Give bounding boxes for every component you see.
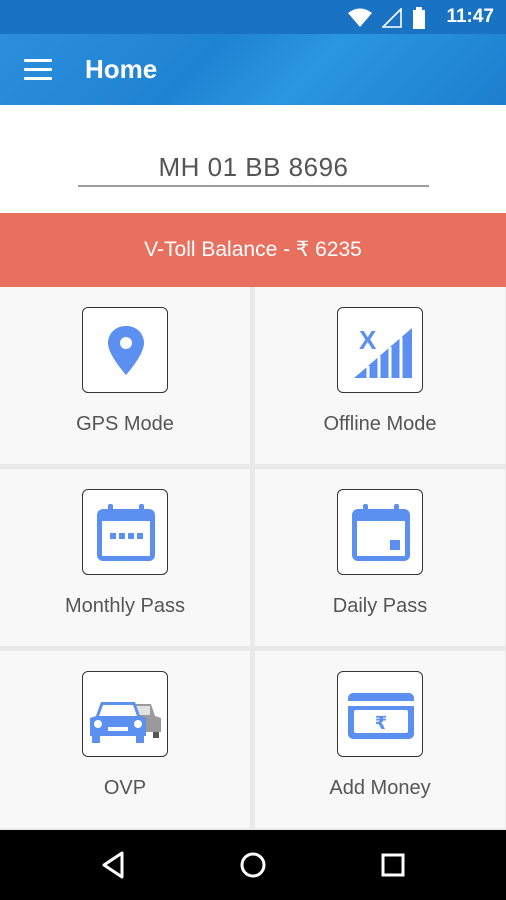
battery-icon	[413, 7, 425, 29]
gps-mode-tile[interactable]: GPS Mode	[0, 287, 250, 464]
no-signal-icon: X	[337, 307, 423, 393]
location-pin-icon	[82, 307, 168, 393]
vehicle-section: MH 01 BB 8696	[0, 105, 506, 213]
back-icon[interactable]	[100, 850, 126, 880]
daily-pass-tile[interactable]: Daily Pass	[255, 469, 505, 646]
offline-mode-tile[interactable]: X Offline Mode	[255, 287, 505, 464]
tile-label: OVP	[103, 777, 147, 799]
toll-balance-banner: V-Toll Balance - ₹ 6235	[0, 213, 506, 287]
monthly-pass-tile[interactable]: Monthly Pass	[0, 469, 250, 646]
status-bar: 11:47	[0, 0, 506, 34]
cars-icon	[82, 671, 168, 757]
recents-icon[interactable]	[380, 850, 406, 880]
calendar-month-icon	[82, 489, 168, 575]
tile-label: GPS Mode	[76, 413, 174, 435]
status-time: 11:47	[446, 6, 494, 27]
home-icon[interactable]	[239, 850, 267, 880]
cell-signal-icon	[382, 8, 402, 28]
app-bar: Home	[0, 34, 506, 105]
wifi-icon	[348, 8, 372, 27]
page-title: Home	[85, 54, 158, 84]
svg-text:X: X	[359, 325, 377, 355]
status-icons	[348, 7, 426, 29]
rupee-card-icon: ₹	[337, 671, 423, 757]
vehicle-plate-field[interactable]: MH 01 BB 8696	[78, 149, 429, 187]
svg-text:₹: ₹	[375, 713, 388, 734]
tile-label: Monthly Pass	[64, 595, 186, 617]
tile-label: Offline Mode	[323, 413, 437, 435]
menu-icon[interactable]	[24, 59, 52, 81]
tile-label: Add Money	[329, 777, 431, 799]
tile-label: Daily Pass	[332, 595, 428, 617]
system-nav-bar	[0, 830, 506, 900]
calendar-day-icon	[337, 489, 423, 575]
ovp-tile[interactable]: OVP	[0, 651, 250, 828]
add-money-tile[interactable]: ₹ Add Money	[255, 651, 505, 828]
